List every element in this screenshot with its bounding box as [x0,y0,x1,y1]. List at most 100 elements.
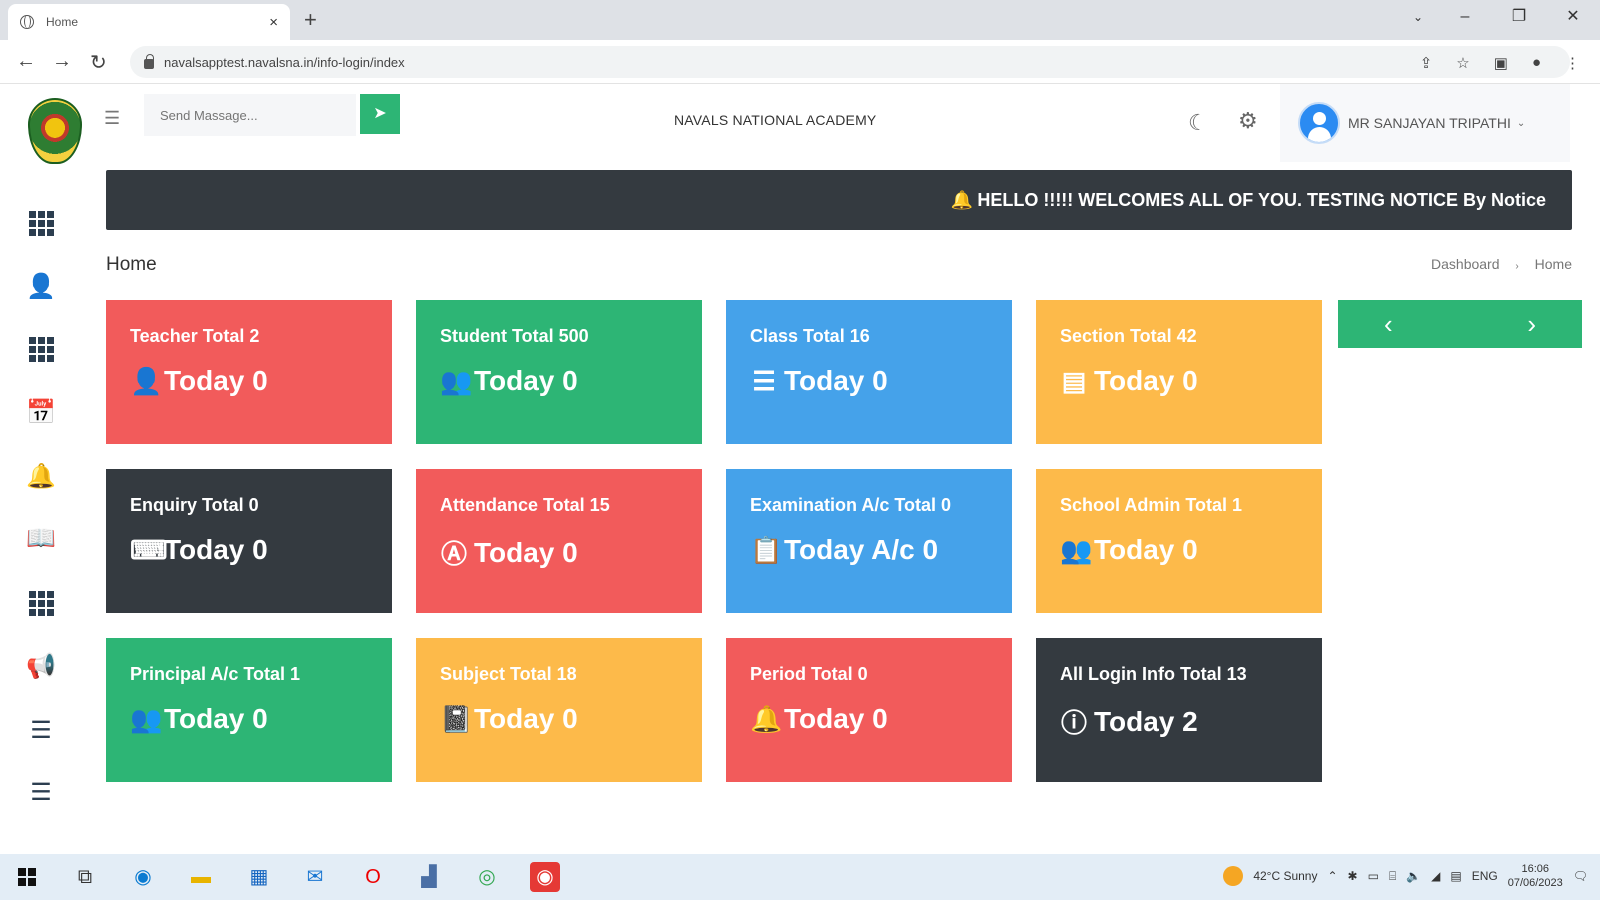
forward-arrow-icon[interactable]: → [52,50,72,73]
volume-muted-icon[interactable]: 🔈 [1406,869,1421,883]
browser-actions: ⇪ ☆ ▣ ● ⋮ [1420,54,1580,72]
list-icon: ☰ [752,365,776,396]
enquiry-card[interactable]: Enquiry Total 0 ⌨ Today 0 [106,469,392,613]
card-today: Today 0 [784,703,888,734]
clock[interactable]: 16:06 07/06/2023 [1508,862,1563,890]
share-icon[interactable]: ⇪ [1420,54,1433,72]
student-card[interactable]: Student Total 500 👥 Today 0 [416,300,702,444]
store-icon[interactable]: ▦ [244,862,274,892]
card-title: Class Total 16 [750,326,870,346]
user-icon[interactable]: 👤 [26,272,56,302]
close-window-button[interactable]: ✕ [1546,0,1600,36]
edge-browser-icon[interactable]: ◉ [128,862,158,892]
globe-icon [20,15,34,29]
book-icon[interactable]: 📖 [26,524,56,554]
send-message-button[interactable]: ➤ [360,94,400,134]
card-title: Enquiry Total 0 [130,495,259,515]
new-tab-button[interactable]: + [304,7,317,33]
user-name[interactable]: MR SANJAYAN TRIPATHI [1348,115,1511,131]
profile-icon[interactable]: ● [1532,54,1541,72]
card-title: Section Total 42 [1060,326,1197,346]
url-bar[interactable]: navalsapptest.navalsna.in/info-login/ind… [130,46,1570,78]
browser-tab[interactable]: Home × [8,4,290,40]
class-card[interactable]: Class Total 16 ☰ Today 0 [726,300,1012,444]
windows-start-icon[interactable] [18,868,36,886]
bookmark-star-icon[interactable]: ☆ [1456,54,1469,72]
back-arrow-icon[interactable]: ← [16,50,36,73]
card-today: Today 0 [474,536,578,568]
breadcrumb-dashboard[interactable]: Dashboard [1431,256,1500,272]
hamburger-menu-icon[interactable]: ☰ [104,108,120,129]
teacher-icon: 👤 [130,365,163,396]
sidepanel-icon[interactable]: ▣ [1494,54,1508,72]
academy-name: NAVALS NATIONAL ACADEMY [674,112,877,128]
carousel-next-icon[interactable]: › [1527,309,1536,340]
tab-title: Home [46,15,79,29]
school-admin-card[interactable]: School Admin Total 1 👥 Today 0 [1036,469,1322,613]
restore-button[interactable]: ❐ [1492,0,1546,36]
academy-logo[interactable] [28,98,82,164]
calendar-icon[interactable]: 📅 [26,398,56,428]
tray-app-icon[interactable]: ✱ [1348,869,1358,883]
recorder-icon[interactable]: ◉ [530,862,560,892]
notice-banner: 🔔 HELLO !!!!! WELCOMES ALL OF YOU. TESTI… [106,170,1572,230]
card-title: Subject Total 18 [440,664,577,684]
breadcrumb: Dashboard › Home [1431,256,1572,272]
book-icon: 📓 [440,703,473,734]
battery-icon[interactable]: ▭ [1368,869,1379,883]
weather-sun-icon[interactable] [1223,866,1244,886]
indent-icon[interactable]: ☰ [26,778,56,808]
url-text[interactable]: navalsapptest.navalsna.in/info-login/ind… [164,55,405,70]
bell-icon[interactable]: 🔔 [26,462,56,492]
login-info-card[interactable]: All Login Info Total 13 ⓘ Today 2 [1036,638,1322,782]
weather-text[interactable]: 42°C Sunny [1253,869,1317,883]
opera-browser-icon[interactable]: O [358,862,388,892]
chrome-browser-icon[interactable]: ◎ [472,862,502,892]
section-card[interactable]: Section Total 42 ▤ Today 0 [1036,300,1322,444]
card-title: Teacher Total 2 [130,326,260,346]
card-title: School Admin Total 1 [1060,495,1243,515]
mail-icon[interactable]: ✉ [300,862,330,892]
lock-icon[interactable] [144,54,154,69]
chevron-down-icon[interactable]: ⌄ [1517,118,1525,129]
tab-search-button[interactable]: ⌄ [1398,0,1438,36]
period-card[interactable]: Period Total 0 🔔 Today 0 [726,638,1012,782]
apps-icon[interactable] [26,208,56,238]
principal-card[interactable]: Principal A/c Total 1 👥 Today 0 [106,638,392,782]
settings-gear-icon[interactable]: ⚙ [1238,108,1258,134]
card-today: Today 0 [1094,534,1198,565]
bell-icon: 🔔 [950,189,974,210]
kebab-menu-icon[interactable]: ⋮ [1565,54,1580,72]
avatar[interactable] [1298,102,1340,144]
apps-icon[interactable] [26,588,56,618]
attendance-card[interactable]: Attendance Total 15 Ⓐ Today 0 [416,469,702,613]
notification-icon[interactable]: 🗨 [1573,869,1588,883]
megaphone-icon[interactable]: 📢 [26,652,56,682]
task-view-icon[interactable]: ⧉ [70,862,100,892]
monitor-icon[interactable]: ▤ [1450,869,1461,883]
reload-icon[interactable]: ↻ [90,50,107,75]
examination-card[interactable]: Examination A/c Total 0 📋 Today A/c 0 [726,469,1012,613]
carousel-prev-icon[interactable]: ‹ [1384,309,1393,340]
app-window-icon[interactable]: ▟ [414,862,444,892]
language-text[interactable]: ENG [1472,869,1498,883]
tab-close-button[interactable]: × [269,14,278,31]
apps-icon[interactable] [26,334,56,364]
indent-icon[interactable]: ☰ [26,716,56,746]
card-title: Examination A/c Total 0 [750,495,952,515]
breadcrumb-separator-icon: › [1515,261,1519,272]
message-input[interactable] [144,94,356,136]
card-title: Principal A/c Total 1 [130,664,301,684]
breadcrumb-home: Home [1534,256,1572,272]
wifi-icon[interactable]: ◢ [1431,869,1440,883]
clipboard-icon: 📋 [750,534,783,565]
system-tray: 42°C Sunny ⌃ ✱ ▭ ⌸ 🔈 ◢ ▤ ENG 16:06 07/06… [1223,862,1588,890]
subject-card[interactable]: Subject Total 18 📓 Today 0 [416,638,702,782]
minimize-button[interactable]: – [1438,0,1492,36]
network-icon[interactable]: ⌸ [1389,869,1396,884]
teacher-card[interactable]: Teacher Total 2 👤 Today 0 [106,300,392,444]
chevron-up-icon[interactable]: ⌃ [1327,869,1337,883]
user-menu[interactable]: MR SANJAYAN TRIPATHI ⌄ [1280,84,1570,162]
dark-mode-toggle-icon[interactable]: ☾ [1188,110,1208,136]
file-explorer-icon[interactable]: ▬ [186,862,216,892]
